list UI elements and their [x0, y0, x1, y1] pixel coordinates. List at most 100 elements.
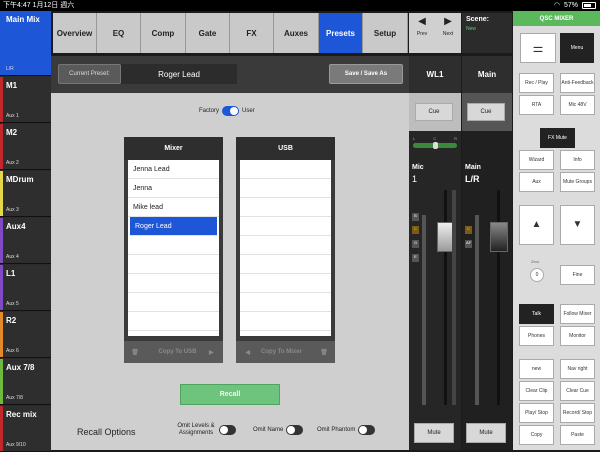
usb-preset-row: [240, 179, 331, 198]
copy-to-usb-button[interactable]: Copy To USB: [146, 349, 209, 355]
copy-button[interactable]: Copy: [519, 425, 554, 445]
mix-color-stripe: [0, 265, 3, 310]
mixer-list-title: Mixer: [124, 137, 223, 160]
omit-name-switch[interactable]: [286, 425, 304, 435]
mix-item[interactable]: Aux4 Aux 4: [0, 218, 51, 264]
tab-overview[interactable]: Overview: [53, 13, 97, 53]
trash-icon[interactable]: 🗑: [124, 349, 146, 356]
usb-list-footer: ◀ Copy To Mixer 🗑: [236, 341, 335, 363]
scene-label: Scene:: [466, 16, 489, 23]
preset-row[interactable]: Jenna: [128, 179, 219, 198]
aux-button[interactable]: Aux: [519, 172, 554, 192]
omit-name-option[interactable]: Omit Name: [253, 425, 304, 435]
mix-name: Rec mix: [6, 410, 37, 419]
preset-row[interactable]: Mike lead: [128, 198, 219, 217]
tab-presets[interactable]: Presets: [319, 13, 363, 53]
fx-mute-button[interactable]: FX Mute: [540, 128, 575, 148]
mix-item[interactable]: M1 Aux 1: [0, 77, 51, 123]
factory-label: Factory: [199, 108, 220, 114]
tab-gate[interactable]: Gate: [186, 13, 230, 53]
preset-row[interactable]: Jenna Lead: [128, 160, 219, 179]
fine-button[interactable]: Fine: [560, 265, 595, 285]
tab-comp[interactable]: Comp: [141, 13, 186, 53]
pan-control[interactable]: LCR: [413, 136, 457, 152]
talk-button[interactable]: Talk: [519, 304, 554, 324]
copy-to-mixer-button[interactable]: Copy To Mixer: [250, 349, 313, 355]
zero-button[interactable]: 0: [530, 268, 544, 282]
follow-mixer-button[interactable]: Follow Mixer: [560, 304, 595, 324]
preset-row: [128, 293, 219, 312]
play-stop-button[interactable]: Play/ Stop: [519, 403, 554, 423]
usb-list-body: [240, 160, 331, 336]
usb-preset-row: [240, 255, 331, 274]
tab-eq[interactable]: EQ: [97, 13, 141, 53]
rec-play-button[interactable]: Rec / Play: [519, 73, 554, 93]
factory-user-switch[interactable]: [222, 106, 240, 116]
mix-item[interactable]: Main Mix L/R: [0, 11, 51, 76]
prev-arrow-icon: ◀: [418, 16, 426, 27]
phones-button[interactable]: Phones: [519, 326, 554, 346]
next-arrow-icon: ▶: [444, 16, 452, 27]
mix-color-stripe: [0, 218, 3, 263]
mix-item[interactable]: L1 Aux 5: [0, 265, 51, 311]
up-arrow-icon[interactable]: ▲: [519, 205, 554, 245]
mix-sub: Aux 7/8: [6, 395, 23, 401]
omit-levels-switch[interactable]: [219, 425, 236, 435]
mix-sub: Aux 9/10: [6, 442, 26, 448]
mix-item[interactable]: Rec mix Aux 9/10: [0, 406, 51, 452]
current-preset-name: Roger Lead: [121, 64, 237, 84]
tab-auxes[interactable]: Auxes: [274, 13, 319, 53]
down-arrow-icon[interactable]: ▼: [560, 205, 595, 245]
recall-button[interactable]: Recall: [180, 384, 280, 405]
new-button[interactable]: new: [519, 359, 554, 379]
main-fader-knob[interactable]: [490, 222, 508, 252]
mute-groups-button[interactable]: Mute Groups: [560, 172, 595, 192]
paste-button[interactable]: Paste: [560, 425, 595, 445]
status-time: 下午4:47: [3, 2, 31, 9]
mix-name: Aux4: [6, 222, 26, 231]
mix-color-stripe: [0, 77, 3, 122]
mix-item[interactable]: M2 Aux 2: [0, 124, 51, 170]
save-preset-button[interactable]: Save / Save As: [329, 64, 403, 84]
main-mute-button[interactable]: Mute: [466, 423, 506, 443]
wizard-button[interactable]: Wizard: [519, 150, 554, 170]
mix-item[interactable]: MDrum Aux 3: [0, 171, 51, 217]
omit-phantom-option[interactable]: Omit Phantom: [317, 425, 376, 435]
usb-preset-row: [240, 236, 331, 255]
mic-48v-button[interactable]: Mic 48V: [560, 95, 595, 115]
faders-icon[interactable]: ⚌: [520, 33, 556, 63]
main-cue-button[interactable]: Cue: [467, 103, 505, 121]
trash-icon[interactable]: 🗑: [313, 349, 335, 356]
tab-fx[interactable]: FX: [230, 13, 274, 53]
preset-row[interactable]: Roger Lead: [130, 217, 217, 236]
mix-item[interactable]: Aux 7/8 Aux 7/8: [0, 359, 51, 405]
usb-preset-row: [240, 198, 331, 217]
next-button[interactable]: ▶ Next: [435, 13, 461, 53]
user-label: User: [242, 108, 255, 114]
wl1-cue-button[interactable]: Cue: [415, 103, 453, 121]
info-button[interactable]: Info: [560, 150, 595, 170]
anti-feedback-button[interactable]: Anti-Feedback: [560, 73, 595, 93]
mix-sub: Aux 3: [6, 207, 19, 213]
monitor-button[interactable]: Monitor: [560, 326, 595, 346]
menu-button[interactable]: Menu: [560, 33, 594, 63]
omit-levels-option[interactable]: Omit Levels & Assignments: [176, 423, 236, 437]
strip-title: Main: [462, 56, 512, 93]
tab-setup[interactable]: Setup: [363, 13, 408, 53]
preset-row: [128, 312, 219, 331]
clear-cue-button[interactable]: Clear Cue: [560, 381, 595, 401]
mix-item[interactable]: R2 Aux 6: [0, 312, 51, 358]
clear-clip-button[interactable]: Clear Clip: [519, 381, 554, 401]
omit-levels-label: Omit Levels & Assignments: [177, 423, 215, 436]
wl1-meter-right: [452, 190, 456, 405]
omit-phantom-switch[interactable]: [358, 425, 376, 435]
prev-button[interactable]: ◀ Prev: [409, 13, 435, 53]
rta-button[interactable]: RTA: [519, 95, 554, 115]
mix-name: Main Mix: [6, 15, 40, 24]
wl1-mute-button[interactable]: Mute: [414, 423, 454, 443]
source-toggle[interactable]: Factory User: [199, 106, 255, 116]
record-stop-button[interactable]: Record/ Stop: [560, 403, 595, 423]
nav-right-button[interactable]: Nav right: [560, 359, 595, 379]
wl1-meter: [422, 215, 426, 405]
mixer-list-footer: 🗑 Copy To USB ▶: [124, 341, 223, 363]
